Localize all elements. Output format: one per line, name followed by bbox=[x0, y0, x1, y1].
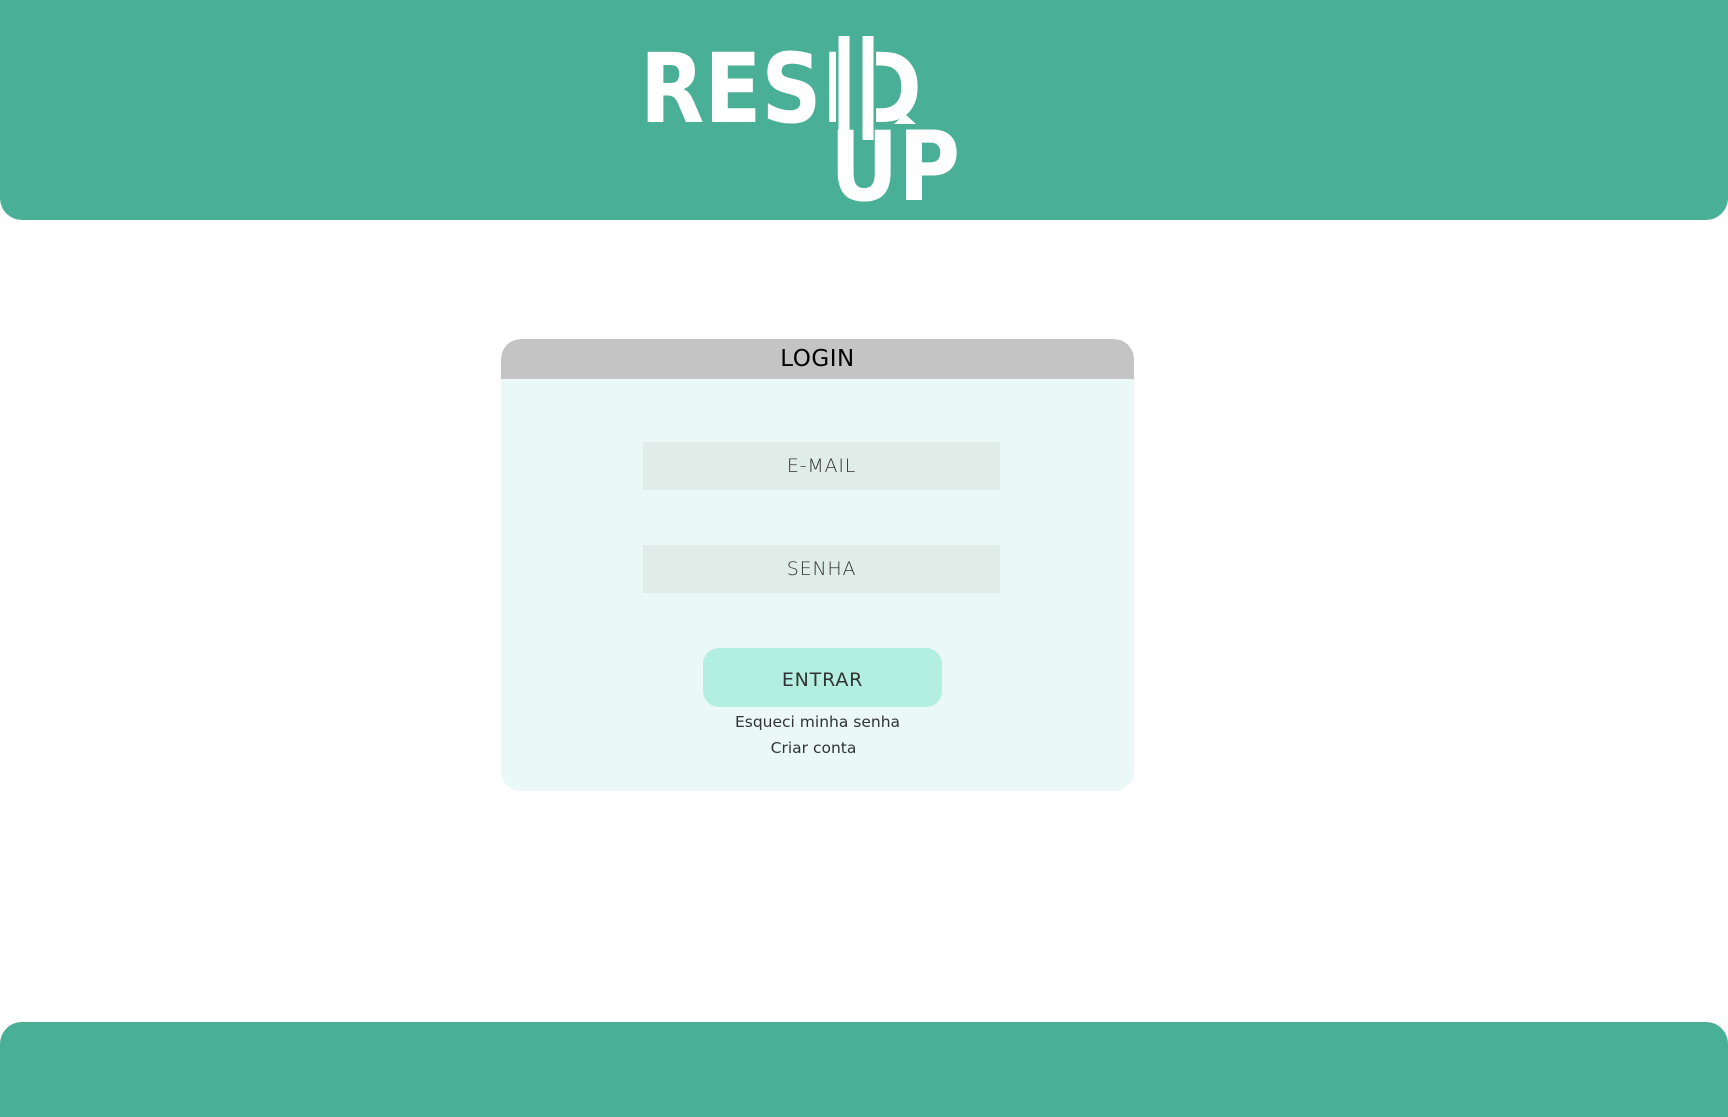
footer-bar bbox=[0, 1022, 1728, 1117]
login-card-header: LOGIN bbox=[501, 339, 1134, 379]
header-bar: RESID UP bbox=[0, 0, 1728, 220]
login-card: LOGIN ENTRAR Esqueci minha senha Criar c… bbox=[501, 339, 1134, 791]
password-input[interactable] bbox=[643, 545, 1000, 593]
residup-logo: RESID UP bbox=[640, 36, 970, 206]
email-input[interactable] bbox=[643, 442, 1000, 490]
forgot-password-link[interactable]: Esqueci minha senha bbox=[501, 713, 1134, 731]
login-title: LOGIN bbox=[780, 346, 855, 372]
login-button[interactable]: ENTRAR bbox=[703, 648, 942, 707]
create-account-link[interactable]: Criar conta bbox=[501, 739, 1130, 757]
